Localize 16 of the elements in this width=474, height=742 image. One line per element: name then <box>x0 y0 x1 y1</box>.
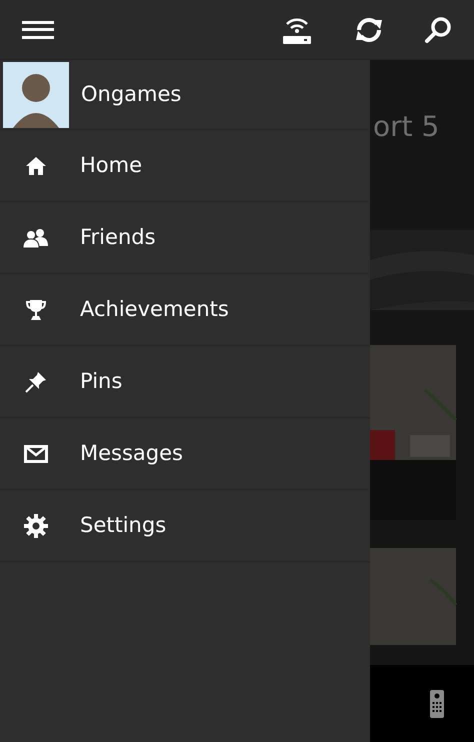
trophy-icon <box>26 298 46 320</box>
home-icon <box>25 156 47 176</box>
menu-item[interactable]: Home <box>0 130 370 202</box>
envelope-icon <box>24 444 48 462</box>
menu-item[interactable]: Friends <box>0 202 370 274</box>
profile-name[interactable]: Ongames <box>81 78 182 110</box>
search-icon[interactable] <box>424 16 452 44</box>
menu-item[interactable]: Settings <box>0 490 370 562</box>
menu-item[interactable]: Achievements <box>0 274 370 346</box>
pushpin-icon <box>25 370 47 392</box>
menu-item[interactable]: Messages <box>0 418 370 490</box>
friends-icon <box>23 228 49 248</box>
menu-item[interactable]: Pins <box>0 346 370 418</box>
page-title: ort 5 <box>373 109 440 145</box>
avatar-icon[interactable] <box>3 62 69 128</box>
remote-icon[interactable] <box>430 690 444 718</box>
